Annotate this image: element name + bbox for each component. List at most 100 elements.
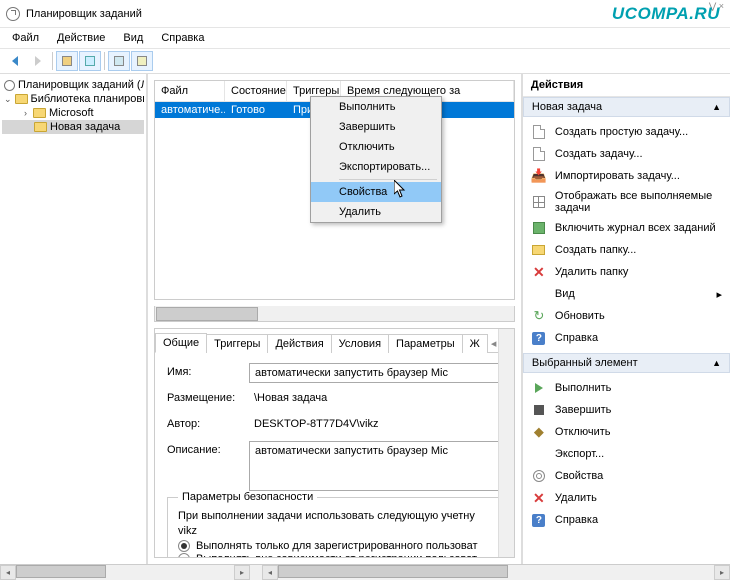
expander-icon[interactable]: ›	[21, 109, 30, 118]
description-label: Описание:	[167, 441, 249, 456]
grid-icon	[533, 196, 545, 208]
toolbar-btn-3[interactable]	[108, 51, 130, 71]
name-field[interactable]: автоматически запустить браузер Mic	[249, 363, 502, 383]
collapse-icon[interactable]: ▲	[712, 102, 721, 112]
help-icon: ?	[532, 332, 545, 345]
menu-view[interactable]: Вид	[115, 30, 151, 46]
menubar: Файл Действие Вид Справка	[0, 28, 730, 48]
action-run[interactable]: Выполнить	[523, 377, 730, 399]
tab-settings[interactable]: Параметры	[388, 334, 463, 353]
tree-library[interactable]: ⌄ Библиотека планировщ	[2, 92, 144, 106]
location-value: \Новая задача	[249, 389, 502, 409]
expander-icon[interactable]: ⌄	[4, 95, 12, 104]
import-icon: 📥	[531, 168, 547, 184]
scroll-right-button-2[interactable]: ▸	[714, 565, 730, 580]
delete-icon: ✕	[531, 264, 547, 280]
menu-file[interactable]: Файл	[4, 30, 47, 46]
action-end[interactable]: Завершить	[523, 399, 730, 421]
document-icon	[533, 125, 545, 139]
cm-disable[interactable]: Отключить	[311, 137, 441, 157]
window-title: Планировщик заданий	[26, 8, 142, 20]
refresh-icon: ↻	[531, 308, 547, 324]
tree-panel: Планировщик заданий (Лок ⌄ Библиотека пл…	[0, 74, 148, 564]
action-delete-folder[interactable]: ✕Удалить папку	[523, 261, 730, 283]
scroll-thumb[interactable]	[278, 565, 508, 578]
tree-microsoft[interactable]: › Microsoft	[2, 106, 144, 120]
author-value: DESKTOP-8T77D4V\vikz	[249, 415, 502, 435]
folder-icon	[15, 94, 28, 104]
name-label: Имя:	[167, 363, 249, 378]
actions-group-2[interactable]: Выбранный элемент ▲	[523, 353, 730, 373]
delete-icon: ✕	[531, 490, 547, 506]
toolbar-btn-4[interactable]	[131, 51, 153, 71]
watermark: UCOMPA.RU	[612, 4, 720, 24]
disable-icon: ◆	[531, 424, 547, 440]
description-field[interactable]: автоматически запустить браузер Mic	[249, 441, 502, 491]
app-icon	[6, 7, 20, 21]
folder-icon	[532, 245, 545, 255]
action-export[interactable]: Экспорт...	[523, 443, 730, 465]
col-name[interactable]: Файл	[155, 81, 225, 101]
action-properties[interactable]: Свойства	[523, 465, 730, 487]
h-scrollbar[interactable]	[154, 306, 515, 322]
radio-icon	[178, 553, 190, 557]
run-as-label: При выполнении задачи использовать следу…	[178, 510, 491, 522]
scroll-thumb[interactable]	[16, 565, 106, 578]
action-help-2[interactable]: ?Справка	[523, 509, 730, 531]
cursor-icon	[394, 180, 408, 201]
action-refresh[interactable]: ↻Обновить	[523, 305, 730, 327]
tree-new-task[interactable]: Новая задача	[2, 120, 144, 134]
properties-icon	[533, 470, 545, 482]
tab-general[interactable]: Общие	[155, 333, 207, 353]
v-scrollbar[interactable]	[498, 329, 514, 557]
menu-help[interactable]: Справка	[153, 30, 212, 46]
expand-icon: ▸	[716, 288, 722, 301]
scroll-left-button-2[interactable]: ◂	[262, 565, 278, 580]
action-show-running[interactable]: Отображать все выполняемые задачи	[523, 187, 730, 217]
tab-triggers[interactable]: Триггеры	[206, 334, 268, 353]
cm-delete[interactable]: Удалить	[311, 202, 441, 222]
forward-button	[27, 51, 49, 71]
cm-properties[interactable]: Свойства	[311, 182, 441, 202]
cm-export[interactable]: Экспортировать...	[311, 157, 441, 177]
actions-header: Действия	[523, 74, 730, 97]
action-enable-log[interactable]: Включить журнал всех заданий	[523, 217, 730, 239]
tab-conditions[interactable]: Условия	[331, 334, 389, 353]
tab-history[interactable]: Ж	[462, 334, 488, 353]
collapse-icon[interactable]: ▲	[712, 358, 721, 368]
action-new-folder[interactable]: Создать папку...	[523, 239, 730, 261]
back-button[interactable]	[4, 51, 26, 71]
toolbar-btn-1[interactable]	[56, 51, 78, 71]
location-label: Размещение:	[167, 389, 249, 404]
action-delete[interactable]: ✕Удалить	[523, 487, 730, 509]
security-fieldset: Параметры безопасности При выполнении за…	[167, 497, 502, 557]
opt-logged-on[interactable]: Выполнять только для зарегистрированного…	[178, 540, 491, 552]
menu-action[interactable]: Действие	[49, 30, 113, 46]
author-label: Автор:	[167, 415, 249, 430]
tab-actions[interactable]: Действия	[267, 334, 331, 353]
scroll-right-button[interactable]: ▸	[234, 565, 250, 580]
scheduler-icon	[4, 80, 15, 91]
action-create-basic[interactable]: Создать простую задачу...	[523, 121, 730, 143]
tab-strip: Общие Триггеры Действия Условия Параметр…	[155, 329, 514, 353]
tree-root[interactable]: Планировщик заданий (Лок	[2, 78, 144, 92]
cm-end[interactable]: Завершить	[311, 117, 441, 137]
action-disable[interactable]: ◆Отключить	[523, 421, 730, 443]
document-icon	[533, 147, 545, 161]
actions-group-1[interactable]: Новая задача ▲	[523, 97, 730, 117]
run-as-user: vikz	[178, 525, 491, 537]
action-create[interactable]: Создать задачу...	[523, 143, 730, 165]
cm-run[interactable]: Выполнить	[311, 97, 441, 117]
opt-not-logged[interactable]: Выполнять вне зависимости от регистрации…	[178, 553, 491, 557]
scroll-left-button[interactable]: ◂	[0, 565, 16, 580]
action-help[interactable]: ?Справка	[523, 327, 730, 349]
toolbar	[0, 48, 730, 74]
radio-icon	[178, 540, 190, 552]
help-icon: ?	[532, 514, 545, 527]
action-view[interactable]: Вид▸	[523, 283, 730, 305]
toolbar-btn-2[interactable]	[79, 51, 101, 71]
bottom-scrollbar[interactable]: ◂ ▸ ◂ ▸	[0, 564, 730, 580]
action-import[interactable]: 📥Импортировать задачу...	[523, 165, 730, 187]
detail-panel: Общие Триггеры Действия Условия Параметр…	[154, 328, 515, 558]
col-state[interactable]: Состояние	[225, 81, 287, 101]
